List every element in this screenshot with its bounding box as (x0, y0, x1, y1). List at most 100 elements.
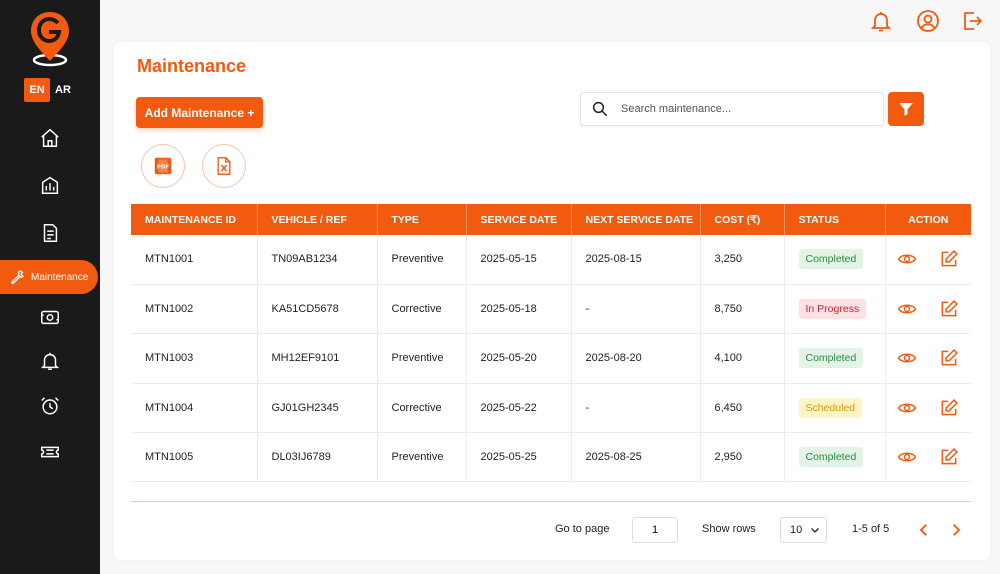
column-header[interactable]: STATUS (784, 204, 886, 235)
table-row: MTN1003 MH12EF9101 Preventive 2025-05-20… (131, 333, 971, 384)
cost-cell: 8,750 (700, 284, 785, 334)
cash-icon (41, 310, 59, 325)
type-cell: Corrective (377, 284, 467, 334)
rows-per-page-select[interactable]: 10 (780, 517, 827, 543)
pdf-icon: PDF (154, 157, 172, 175)
table-row: MTN1002 KA51CD5678 Corrective 2025-05-18… (131, 284, 971, 334)
sidebar-item-home[interactable] (0, 121, 100, 155)
action-cell (885, 334, 971, 383)
filter-button[interactable] (888, 92, 924, 126)
view-icon[interactable] (897, 348, 917, 368)
column-header[interactable]: SERVICE DATE (466, 204, 572, 235)
bell-icon[interactable] (869, 9, 893, 33)
next-service-date-cell: 2025-08-25 (571, 432, 701, 482)
action-cell (885, 433, 971, 482)
column-header[interactable]: TYPE (377, 204, 467, 235)
status-cell: In Progress (784, 284, 886, 334)
service-date-cell: 2025-05-15 (466, 235, 572, 285)
status-cell: Scheduled (784, 383, 886, 433)
filter-icon (899, 103, 913, 116)
column-header[interactable]: VEHICLE / REF (257, 204, 378, 235)
reports-chart-icon (41, 176, 59, 194)
edit-icon[interactable] (939, 348, 959, 368)
vehicle-cell: TN09AB1234 (257, 235, 378, 285)
action-cell (885, 235, 971, 284)
maintenance-id-cell: MTN1004 (131, 383, 258, 433)
alarm-clock-icon (41, 397, 59, 415)
type-cell: Preventive (377, 235, 467, 285)
vehicle-cell: DL03IJ6789 (257, 432, 378, 482)
maintenance-id-cell: MTN1002 (131, 284, 258, 334)
edit-icon[interactable] (939, 447, 959, 467)
table-row: MTN1001 TN09AB1234 Preventive 2025-05-15… (131, 235, 971, 285)
type-cell: Preventive (377, 432, 467, 482)
edit-icon[interactable] (939, 398, 959, 418)
sidebar: EN AR Maintenance (0, 0, 100, 574)
chevron-down-icon (811, 528, 820, 533)
service-date-cell: 2025-05-22 (466, 383, 572, 433)
language-en[interactable]: EN (24, 78, 50, 102)
wrench-icon (10, 270, 24, 285)
rows-per-page-value: 10 (790, 524, 803, 536)
maintenance-id-cell: MTN1005 (131, 432, 258, 482)
home-icon (41, 128, 59, 147)
export-excel-button[interactable] (202, 144, 246, 188)
pagination-range: 1-5 of 5 (852, 523, 890, 535)
column-header: ACTION (908, 213, 949, 226)
edit-icon[interactable] (939, 249, 959, 269)
view-icon[interactable] (897, 299, 917, 319)
show-rows-label: Show rows (702, 523, 756, 535)
ticket-icon (41, 446, 59, 458)
cost-cell: 2,950 (700, 432, 785, 482)
search-icon (592, 101, 608, 117)
language-ar[interactable]: AR (50, 78, 76, 102)
view-icon[interactable] (897, 249, 917, 269)
bell-icon (40, 352, 60, 370)
previous-page-icon[interactable] (915, 521, 933, 539)
type-cell: Preventive (377, 333, 467, 384)
status-cell: Completed (784, 235, 886, 285)
user-profile-icon[interactable] (916, 9, 940, 33)
search-input[interactable] (621, 103, 871, 115)
sidebar-item-maintenance[interactable]: Maintenance (0, 260, 98, 294)
sidebar-item-reports[interactable] (0, 168, 100, 202)
page-number-input[interactable] (632, 517, 678, 543)
sidebar-item-tickets[interactable] (0, 435, 100, 469)
sidebar-item-notifications[interactable] (0, 344, 100, 378)
export-pdf-button[interactable]: PDF (141, 144, 185, 188)
maintenance-id-cell: MTN1001 (131, 235, 258, 285)
sidebar-item-documents[interactable] (0, 216, 100, 250)
sidebar-item-label: Maintenance (31, 271, 89, 283)
document-icon (43, 224, 58, 242)
search-box (580, 92, 884, 126)
column-header[interactable]: NEXT SERVICE DATE (571, 204, 701, 235)
next-page-icon[interactable] (947, 521, 965, 539)
table-row: MTN1005 DL03IJ6789 Preventive 2025-05-25… (131, 432, 971, 482)
svg-text:PDF: PDF (157, 164, 170, 170)
column-header[interactable]: COST (₹) (700, 204, 785, 235)
column-header[interactable]: MAINTENANCE ID (131, 204, 258, 235)
table-header-row: MAINTENANCE ID VEHICLE / REF TYPE SERVIC… (131, 204, 971, 235)
type-cell: Corrective (377, 383, 467, 433)
excel-icon (217, 157, 231, 175)
edit-icon[interactable] (939, 299, 959, 319)
vehicle-cell: GJ01GH2345 (257, 383, 378, 433)
status-badge: Completed (798, 348, 864, 369)
language-switcher: EN AR (24, 78, 76, 102)
cost-cell: 4,100 (700, 333, 785, 384)
sidebar-item-finance[interactable] (0, 300, 100, 334)
table-divider (131, 501, 971, 502)
cost-cell: 6,450 (700, 383, 785, 433)
status-badge: Completed (798, 447, 864, 468)
goto-page-label: Go to page (555, 523, 610, 535)
view-icon[interactable] (897, 398, 917, 418)
logo-icon (31, 12, 69, 67)
add-maintenance-button[interactable]: Add Maintenance + (136, 97, 263, 128)
logout-icon[interactable] (960, 9, 984, 33)
next-service-date-cell: - (571, 383, 701, 433)
service-date-cell: 2025-05-18 (466, 284, 572, 334)
action-cell (885, 383, 971, 432)
table-row: MTN1004 GJ01GH2345 Corrective 2025-05-22… (131, 383, 971, 433)
view-icon[interactable] (897, 447, 917, 467)
sidebar-item-reminders[interactable] (0, 389, 100, 423)
